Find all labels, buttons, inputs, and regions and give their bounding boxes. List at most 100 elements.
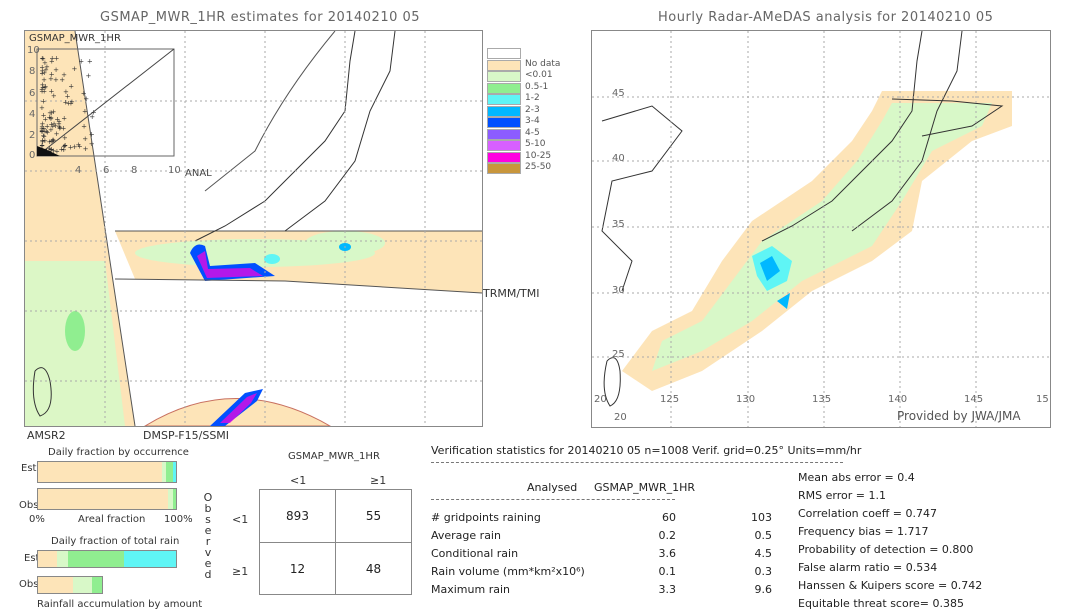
inset-xlabel: ANAL: [185, 168, 212, 179]
occurrence-obs-label: Obs: [19, 500, 39, 511]
lon-tick: 15: [1036, 394, 1049, 405]
lat-tick: 20: [594, 394, 607, 405]
contingency-title: GSMAP_MWR_1HR: [288, 451, 380, 462]
contingency-row-header: ≥1: [232, 565, 249, 578]
scatter-point: +: [62, 141, 68, 149]
scatter-point: +: [81, 90, 87, 98]
inset-ytick: 6: [29, 88, 36, 99]
lat-tick: 30: [612, 285, 625, 296]
legend-item: <0.01: [487, 70, 567, 82]
bar-segment: [38, 462, 162, 482]
scatter-point: +: [78, 57, 84, 65]
bar-segment: [38, 577, 73, 593]
legend-swatch: [487, 163, 521, 174]
scatter-point: +: [82, 107, 88, 115]
occurrence-axis-right: 100%: [164, 514, 193, 525]
total-rain-title: Daily fraction of total rain: [51, 536, 180, 547]
data-credit: Provided by JWA/JMA: [897, 409, 1021, 423]
inset-ytick: 8: [29, 66, 36, 77]
col-analysed: Analysed: [527, 481, 578, 494]
legend-item: 4-5: [487, 128, 567, 140]
inset-ytick: 2: [29, 130, 36, 141]
sensor-label-ssmi: DMSP-F15/SSMI: [143, 429, 230, 442]
side-label-char: d: [204, 568, 212, 581]
scatter-point: +: [59, 76, 65, 84]
legend-item: 2-3: [487, 104, 567, 117]
legend-label: <0.01: [525, 70, 553, 80]
bar-segment: [38, 489, 168, 509]
stat-analysed: 60: [662, 511, 676, 524]
right-map-title: Hourly Radar-AMeDAS analysis for 2014021…: [658, 10, 994, 25]
lat-tick: 35: [612, 219, 625, 230]
scatter-point: +: [43, 66, 49, 74]
scatter-point: +: [44, 122, 50, 130]
scatter-point: +: [53, 66, 59, 74]
stat-analysed: 3.6: [658, 547, 677, 560]
legend-swatch: [487, 105, 521, 117]
lon-tick: 125: [660, 394, 680, 405]
legend-label: 2-3: [525, 104, 540, 115]
lon-tick: 130: [736, 394, 756, 405]
scatter-point: +: [49, 109, 55, 117]
scatter-point: +: [53, 76, 59, 84]
light-rain-area: [652, 103, 992, 371]
stat-label: Average rain: [431, 529, 501, 542]
sensor-label-tmi: TRMM/TMI: [483, 287, 540, 300]
bar-segment: [57, 551, 69, 567]
coastline: [204, 31, 336, 192]
legend-item: [487, 48, 567, 59]
score-item: RMS error = 1.1: [798, 489, 886, 502]
lon-tick: 135: [812, 394, 832, 405]
lat-tick-bottom: 20: [614, 412, 627, 423]
occurrence-title: Daily fraction by occurrence: [48, 447, 189, 458]
legend-item: 10-25: [487, 151, 567, 163]
inset-ytick: 10: [27, 45, 40, 56]
lon-tick: 145: [964, 394, 984, 405]
verification-header: Verification statistics for 20140210 05 …: [431, 444, 862, 457]
score-item: Frequency bias = 1.717: [798, 525, 929, 538]
occurrence-axis-mid: Areal fraction: [78, 514, 146, 525]
bar-segment: [173, 489, 176, 509]
score-item: Correlation coeff = 0.747: [798, 507, 937, 520]
scatter-point: +: [47, 138, 53, 146]
legend-swatch: [487, 151, 521, 163]
score-item: Mean abs error = 0.4: [798, 471, 915, 484]
scatter-point: +: [86, 72, 92, 80]
legend-swatch: [487, 48, 521, 59]
scatter-point: +: [65, 99, 71, 107]
inset-label: GSMAP_MWR_1HR: [29, 33, 121, 44]
bar-segment: [38, 551, 58, 567]
scatter-point: +: [39, 87, 45, 95]
total-rain-obs-bar: [37, 576, 103, 594]
contingency-col-header: <1: [290, 474, 307, 487]
scatter-point: +: [87, 57, 93, 65]
legend-label: No data: [525, 58, 561, 69]
left-map-panel: + + + + + + + + + + + + + + + + + + + + + + + + + + + + + + + + + + + + + + + +…: [24, 30, 483, 427]
legend-label: 3-4: [525, 116, 540, 126]
lat-tick: 45: [612, 88, 625, 99]
coastline: [194, 31, 356, 242]
occurrence-est-label: Est: [21, 463, 37, 474]
contingency-col-header: ≥1: [370, 474, 387, 487]
bar-segment: [68, 551, 124, 567]
stat-est: 103: [751, 511, 772, 524]
stat-est: 0.3: [754, 565, 773, 578]
bar-segment: [91, 577, 102, 593]
scatter-point: +: [68, 82, 74, 90]
left-map-svg: ++++++++++++++++++++++++++++++++++++++++…: [25, 31, 482, 426]
scatter-point: +: [89, 140, 95, 148]
legend-label: 25-50: [525, 162, 552, 172]
legend-swatch: [487, 140, 521, 151]
right-map-panel: 45 40 35 30 25 20 125 130 135 140 145 15…: [591, 30, 1051, 428]
coastline: [284, 31, 396, 232]
right-map-svg: [592, 31, 1050, 427]
scatter-point: +: [81, 123, 87, 131]
inset-xtick: 8: [131, 165, 138, 176]
scatter-point: +: [89, 130, 95, 138]
scatter-point: +: [83, 145, 89, 153]
contingency-cell: 12: [289, 562, 306, 576]
legend-item: 5-10: [487, 139, 567, 151]
score-item: Equitable threat score= 0.385: [798, 597, 964, 610]
inset-xtick: 4: [75, 165, 82, 176]
stat-label: Conditional rain: [431, 547, 519, 560]
